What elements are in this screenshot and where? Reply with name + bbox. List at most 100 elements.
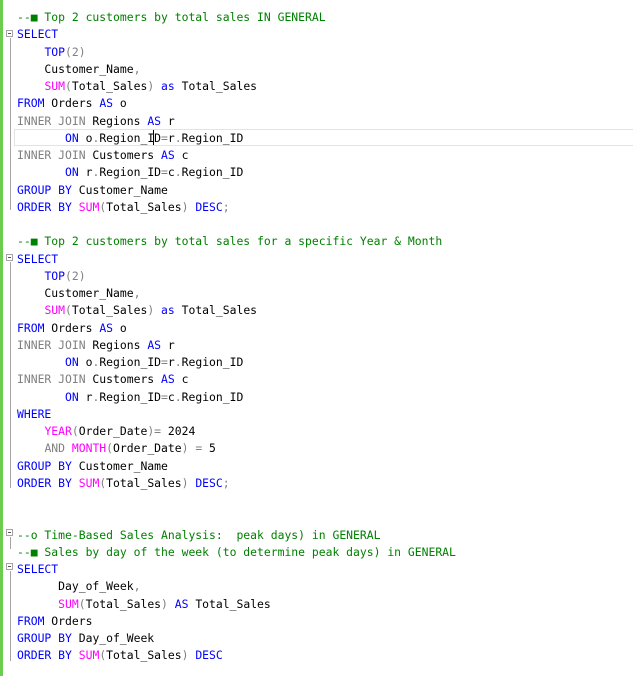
code-token: ON (65, 130, 79, 145)
code-line[interactable]: SELECT (17, 561, 58, 578)
code-token: o (113, 96, 127, 111)
code-token: = (161, 130, 168, 145)
code-token: Customer_Name (71, 182, 168, 197)
code-line[interactable]: INNER JOIN Regions AS r (17, 337, 175, 354)
code-token: r (161, 113, 175, 128)
code-line[interactable]: GROUP BY Day_of_Week (17, 630, 154, 647)
code-token: Region_ID (181, 389, 244, 404)
code-token: Total_Sales (71, 79, 148, 93)
code-token: Total_Sales (71, 303, 148, 318)
code-token: ORDER BY (17, 199, 72, 214)
code-token: AS (174, 596, 189, 611)
code-token: Customer_Name (17, 61, 134, 76)
code-token: GROUP BY (17, 182, 72, 197)
code-token: . (174, 165, 182, 180)
code-token: Region_ID (99, 355, 162, 369)
code-token: Regions (85, 337, 148, 352)
code-line[interactable]: --■ Top 2 customers by total sales IN GE… (17, 9, 326, 26)
code-line[interactable]: --■ Sales by day of the week (to determi… (17, 544, 456, 561)
code-token: FROM (17, 96, 45, 111)
code-token: = (161, 355, 168, 369)
code-line[interactable]: INNER JOIN Customers AS c (17, 371, 188, 388)
collapse-block-icon[interactable] (6, 529, 13, 536)
code-line[interactable]: ORDER BY SUM(Total_Sales) DESC (17, 647, 223, 664)
code-token: Total_Sales (106, 475, 182, 490)
code-token: Orders (44, 320, 100, 335)
code-token: Region_ID (99, 389, 162, 404)
code-token: AS (99, 96, 114, 111)
sql-code-editor[interactable]: --■ Top 2 customers by total sales IN GE… (0, 0, 633, 676)
code-token: ; (222, 475, 230, 490)
code-token: ; (222, 199, 230, 214)
code-comment: --o Time-Based Sales Analysis: peak days… (17, 527, 381, 542)
code-line[interactable]: INNER JOIN Customers AS c (17, 147, 188, 164)
collapse-block-icon[interactable] (6, 563, 13, 570)
code-token: as (161, 303, 175, 318)
code-token: Total_Sales (106, 199, 182, 214)
code-token: r (78, 389, 93, 404)
code-line[interactable]: SUM(Total_Sales) AS Total_Sales (17, 596, 271, 613)
code-line[interactable]: SUM(Total_Sales) as Total_Sales (17, 302, 257, 319)
code-line[interactable]: Day_of_Week, (17, 578, 140, 595)
code-line[interactable]: SELECT (17, 251, 58, 268)
code-line[interactable]: FROM Orders (17, 613, 92, 630)
code-line[interactable]: FROM Orders AS o (17, 320, 127, 337)
code-token: SUM (44, 303, 66, 318)
code-token: DESC (195, 475, 223, 490)
code-line[interactable]: WHERE (17, 406, 51, 423)
code-token: Region_ID (181, 355, 244, 369)
code-line[interactable]: ORDER BY SUM(Total_Sales) DESC; (17, 475, 230, 492)
collapse-block-icon[interactable] (6, 254, 13, 261)
code-token: MONTH (71, 441, 107, 456)
code-line[interactable]: ON r.Region_ID=c.Region_ID (17, 164, 243, 181)
code-token: DESC (195, 199, 223, 214)
code-line[interactable]: INNER JOIN Regions AS r (17, 113, 175, 130)
code-line[interactable]: Customer_Name, (17, 61, 140, 78)
code-line[interactable]: GROUP BY Customer_Name (17, 182, 168, 199)
code-token: (2) (65, 44, 86, 59)
code-token: FROM (17, 320, 45, 335)
code-token: TOP (44, 44, 66, 59)
code-line[interactable]: YEAR(Order_Date)= 2024 (17, 423, 195, 440)
code-token: ( (78, 596, 86, 611)
code-line[interactable]: FROM Orders AS o (17, 95, 127, 112)
code-token: WHERE (17, 406, 52, 421)
code-line[interactable]: --■ Top 2 customers by total sales for a… (17, 233, 442, 250)
code-token: AS (161, 148, 175, 162)
code-line[interactable]: TOP(2) (17, 268, 85, 285)
collapse-block-icon[interactable] (6, 30, 13, 37)
code-token: r (167, 130, 175, 145)
code-line[interactable]: ON o.Region_ID=r.Region_ID (17, 354, 243, 371)
code-token: as (161, 79, 175, 93)
outline-fold-line (10, 262, 11, 488)
code-line[interactable]: SELECT (17, 26, 58, 43)
code-token: INNER JOIN (17, 337, 86, 352)
code-token: o (78, 130, 93, 145)
code-token: ON (65, 355, 79, 369)
code-line[interactable]: Customer_Name, (17, 285, 140, 302)
code-comment: --■ Sales by day of the week (to determi… (17, 544, 456, 559)
code-line[interactable]: TOP(2) (17, 44, 86, 61)
code-line[interactable]: GROUP BY Customer_Name (17, 458, 168, 475)
code-line[interactable]: --o Time-Based Sales Analysis: peak days… (17, 527, 380, 544)
code-token: . (174, 355, 182, 369)
code-token: Order_Date (113, 441, 182, 456)
code-token: AS (147, 337, 162, 352)
code-line[interactable]: SUM(Total_Sales) as Total_Sales (17, 78, 257, 95)
code-line[interactable]: ON r.Region_ID=c.Region_ID (17, 389, 243, 406)
code-line[interactable]: ON o.Region_ID=r.Region_ID (17, 130, 243, 147)
code-line[interactable]: ORDER BY SUM(Total_Sales) DESC; (17, 199, 230, 216)
code-line[interactable]: AND MONTH(Order_Date) = 5 (17, 440, 215, 457)
code-token: r (78, 165, 93, 180)
